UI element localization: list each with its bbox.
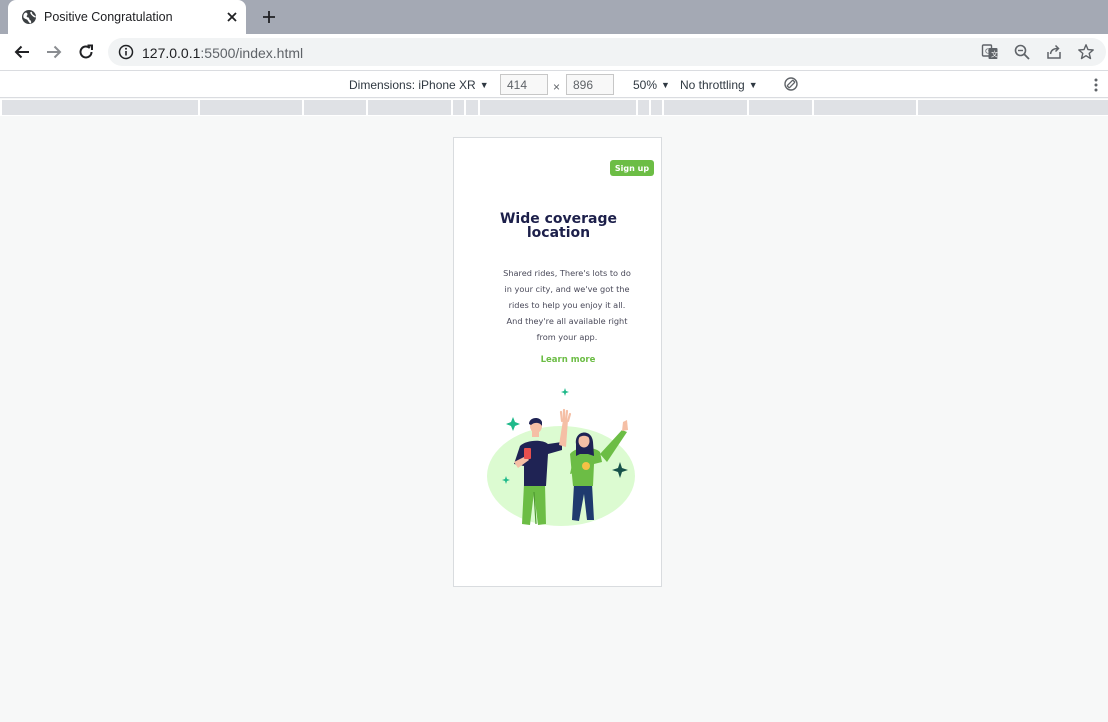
height-input[interactable]: 896 — [566, 74, 614, 95]
url-text: 127.0.0.1:5500/index.html — [142, 45, 303, 61]
share-icon[interactable] — [1044, 42, 1064, 62]
dropdown-caret-icon: ▼ — [479, 80, 489, 90]
browser-toolbar: 127.0.0.1:5500/index.html G文 — [0, 34, 1108, 70]
device-toolbar: Dimensions: iPhone XR ▼ 414 × 896 50% ▼ No… — [0, 70, 1108, 98]
translate-icon[interactable]: G文 — [980, 42, 1000, 62]
info-icon[interactable] — [118, 44, 134, 60]
zoom-label: 50% — [633, 78, 658, 92]
dropdown-caret-icon: ▼ — [661, 80, 670, 90]
url-path: :5500/index.html — [200, 45, 304, 61]
dropdown-caret-icon: ▼ — [748, 80, 758, 90]
globe-icon — [21, 9, 37, 25]
device-viewport: Sign up Wide coverage location Shared ri… — [453, 137, 662, 587]
media-query-segment[interactable] — [2, 100, 198, 115]
back-arrow-icon[interactable] — [10, 40, 34, 64]
throttling-label: No throttling — [680, 78, 745, 92]
zoom-select[interactable]: 50% ▼ — [633, 78, 670, 92]
tab-title: Positive Congratulation — [44, 10, 173, 24]
people-celebrating-illustration — [487, 388, 635, 526]
description-line: from your app. — [536, 332, 598, 342]
media-query-segment[interactable] — [638, 100, 649, 115]
media-query-segment[interactable] — [304, 100, 366, 115]
svg-text:文: 文 — [991, 50, 998, 59]
star-icon[interactable] — [1076, 42, 1096, 62]
zoom-icon[interactable] — [1012, 42, 1032, 62]
forward-arrow-icon[interactable] — [42, 40, 66, 64]
description-text: Shared rides, There's lots to do in your… — [492, 265, 642, 345]
media-query-segment[interactable] — [453, 100, 464, 115]
learn-more-link[interactable]: Learn more — [454, 355, 682, 365]
times-separator: × — [553, 80, 561, 94]
address-bar[interactable]: 127.0.0.1:5500/index.html G文 — [108, 38, 1106, 66]
signup-button[interactable]: Sign up — [610, 160, 654, 176]
dimensions-select[interactable]: Dimensions: iPhone XR ▼ — [349, 78, 489, 92]
media-query-segment[interactable] — [651, 100, 662, 115]
description-line: rides to help you enjoy it all. — [508, 300, 626, 310]
headline-line: location — [526, 225, 591, 241]
media-query-segment[interactable] — [480, 100, 636, 115]
media-query-segment[interactable] — [814, 100, 916, 115]
svg-text:G: G — [985, 48, 990, 56]
width-input[interactable]: 414 — [500, 74, 548, 95]
media-query-segment[interactable] — [749, 100, 812, 115]
close-icon[interactable] — [223, 8, 241, 26]
tab-strip: Positive Congratulation — [0, 0, 1108, 34]
media-query-segment[interactable] — [664, 100, 747, 115]
rotate-icon[interactable] — [783, 76, 799, 95]
more-options-icon[interactable] — [1090, 77, 1102, 93]
media-query-segment[interactable] — [466, 100, 478, 115]
sparkle-icon — [506, 417, 520, 431]
description-line: And they're all available right — [506, 316, 628, 326]
reload-icon[interactable] — [74, 40, 98, 64]
headline-line: Wide coverage — [499, 211, 618, 227]
media-query-bar — [0, 99, 1108, 116]
new-tab-icon[interactable] — [258, 6, 280, 28]
media-query-segment[interactable] — [200, 100, 302, 115]
dimensions-label: Dimensions: iPhone XR — [349, 78, 476, 92]
browser-tab[interactable]: Positive Congratulation — [8, 0, 246, 34]
url-host: 127.0.0.1 — [142, 45, 201, 61]
page-headline: Wide coverage location — [454, 212, 663, 240]
media-query-segment[interactable] — [368, 100, 451, 115]
description-line: in your city, and we've got the — [504, 284, 630, 294]
throttling-select[interactable]: No throttling ▼ — [680, 78, 758, 92]
description-line: Shared rides, There's lots to do — [503, 268, 631, 278]
media-query-segment[interactable] — [918, 100, 1108, 115]
sparkle-icon — [561, 388, 569, 396]
